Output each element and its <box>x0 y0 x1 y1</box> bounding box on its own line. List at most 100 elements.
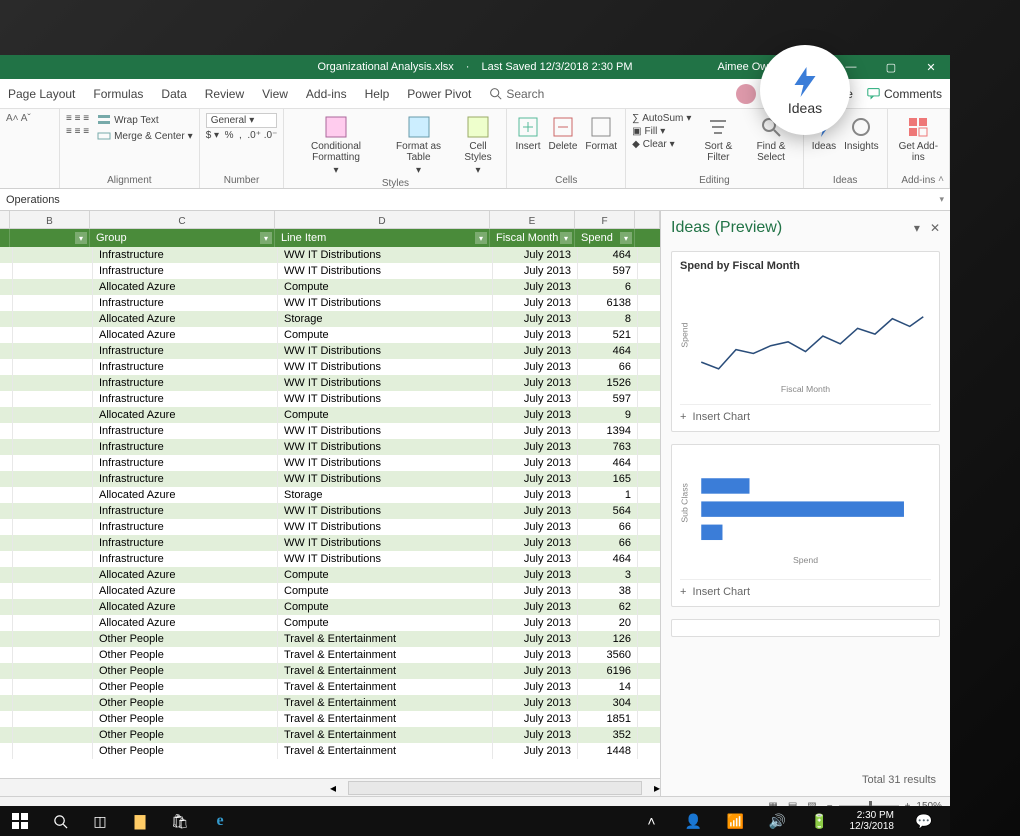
sort-filter-button[interactable]: Sort & Filter <box>695 113 741 165</box>
cell-month[interactable]: July 2013 <box>493 487 578 503</box>
cell-line-item[interactable]: WW IT Distributions <box>278 551 493 567</box>
table-row[interactable]: Allocated AzureComputeJuly 201338 <box>0 583 660 599</box>
table-row[interactable]: InfrastructureWW IT DistributionsJuly 20… <box>0 535 660 551</box>
start-button[interactable] <box>0 806 40 836</box>
insights-button[interactable]: Insights <box>842 113 880 154</box>
cell-group[interactable]: Other People <box>93 743 278 759</box>
format-cells-button[interactable]: Format <box>583 113 619 154</box>
cell-month[interactable]: July 2013 <box>493 679 578 695</box>
volume-icon[interactable]: 🔊 <box>758 806 798 836</box>
cell-spend[interactable]: 165 <box>578 471 638 487</box>
cell-month[interactable]: July 2013 <box>493 711 578 727</box>
task-view-icon[interactable]: ◫ <box>80 806 120 836</box>
cell-group[interactable]: Allocated Azure <box>93 599 278 615</box>
cell-spend[interactable]: 464 <box>578 343 638 359</box>
table-row[interactable]: InfrastructureWW IT DistributionsJuly 20… <box>0 295 660 311</box>
merge-center-button[interactable]: Merge & Center ▾ <box>97 129 193 143</box>
cell-group[interactable]: Allocated Azure <box>93 567 278 583</box>
cell-spend[interactable]: 62 <box>578 599 638 615</box>
cell-spend[interactable]: 126 <box>578 631 638 647</box>
insert-chart-button[interactable]: + Insert Chart <box>680 404 931 423</box>
table-row[interactable]: Other PeopleTravel & EntertainmentJuly 2… <box>0 663 660 679</box>
cell-group[interactable]: Other People <box>93 695 278 711</box>
cell-line-item[interactable]: Travel & Entertainment <box>278 711 493 727</box>
search-input[interactable]: Search <box>489 87 544 101</box>
cell-month[interactable]: July 2013 <box>493 263 578 279</box>
clear-button[interactable]: ◆ Clear ▾ <box>632 139 691 150</box>
table-row[interactable]: Allocated AzureComputeJuly 20136 <box>0 279 660 295</box>
cell-spend[interactable]: 3560 <box>578 647 638 663</box>
table-row[interactable]: InfrastructureWW IT DistributionsJuly 20… <box>0 471 660 487</box>
format-as-table-button[interactable]: Format as Table▾ <box>386 113 452 178</box>
table-row[interactable]: InfrastructureWW IT DistributionsJuly 20… <box>0 359 660 375</box>
store-icon[interactable]: 🛍 <box>160 806 200 836</box>
cell-line-item[interactable]: WW IT Distributions <box>278 359 493 375</box>
table-row[interactable]: Other PeopleTravel & EntertainmentJuly 2… <box>0 743 660 759</box>
cell-spend[interactable]: 6196 <box>578 663 638 679</box>
cell-line-item[interactable]: Travel & Entertainment <box>278 727 493 743</box>
cell-group[interactable]: Infrastructure <box>93 519 278 535</box>
cell-line-item[interactable]: Travel & Entertainment <box>278 631 493 647</box>
cell-line-item[interactable]: Travel & Entertainment <box>278 743 493 759</box>
menu-view[interactable]: View <box>262 87 288 101</box>
cell-spend[interactable]: 6138 <box>578 295 638 311</box>
cell-group[interactable]: Other People <box>93 631 278 647</box>
filter-dropdown-icon[interactable]: ▾ <box>75 232 87 244</box>
table-row[interactable]: InfrastructureWW IT DistributionsJuly 20… <box>0 343 660 359</box>
cell-spend[interactable]: 14 <box>578 679 638 695</box>
cell-spend[interactable]: 763 <box>578 439 638 455</box>
cell-month[interactable]: July 2013 <box>493 727 578 743</box>
cell-spend[interactable]: 20 <box>578 615 638 631</box>
cell-spend[interactable]: 66 <box>578 359 638 375</box>
horizontal-scrollbar[interactable]: ◂ ▸ <box>0 778 660 796</box>
cell-month[interactable]: July 2013 <box>493 631 578 647</box>
table-row[interactable]: Allocated AzureComputeJuly 20133 <box>0 567 660 583</box>
cell-spend[interactable]: 9 <box>578 407 638 423</box>
maximize-icon[interactable]: ▢ <box>876 55 906 79</box>
pane-minimize-icon[interactable]: ▾ <box>914 221 920 235</box>
cell-line-item[interactable]: WW IT Distributions <box>278 535 493 551</box>
col-header[interactable]: D <box>275 211 490 229</box>
cell-month[interactable]: July 2013 <box>493 647 578 663</box>
cell-spend[interactable]: 352 <box>578 727 638 743</box>
cell-group[interactable]: Infrastructure <box>93 471 278 487</box>
cell-group[interactable]: Allocated Azure <box>93 583 278 599</box>
filter-dropdown-icon[interactable]: ▾ <box>260 232 272 244</box>
table-row[interactable]: InfrastructureWW IT DistributionsJuly 20… <box>0 519 660 535</box>
cell-spend[interactable]: 66 <box>578 519 638 535</box>
cell-line-item[interactable]: Compute <box>278 599 493 615</box>
table-row[interactable]: InfrastructureWW IT DistributionsJuly 20… <box>0 551 660 567</box>
pane-close-icon[interactable]: ✕ <box>930 221 940 235</box>
table-row[interactable]: InfrastructureWW IT DistributionsJuly 20… <box>0 455 660 471</box>
conditional-formatting-button[interactable]: Conditional Formatting▾ <box>290 113 381 178</box>
avatar[interactable] <box>736 84 756 104</box>
col-header[interactable]: C <box>90 211 275 229</box>
cell-group[interactable]: Infrastructure <box>93 391 278 407</box>
cell-group[interactable]: Allocated Azure <box>93 487 278 503</box>
cell-line-item[interactable]: WW IT Distributions <box>278 375 493 391</box>
cell-spend[interactable]: 3 <box>578 567 638 583</box>
table-row[interactable]: Other PeopleTravel & EntertainmentJuly 2… <box>0 679 660 695</box>
menu-addins[interactable]: Add-ins <box>306 87 347 101</box>
col-header[interactable]: E <box>490 211 575 229</box>
cell-spend[interactable]: 1851 <box>578 711 638 727</box>
cell-line-item[interactable]: Compute <box>278 407 493 423</box>
cell-spend[interactable]: 597 <box>578 263 638 279</box>
search-icon[interactable] <box>40 806 80 836</box>
cell-month[interactable]: July 2013 <box>493 503 578 519</box>
table-row[interactable]: Allocated AzureComputeJuly 201362 <box>0 599 660 615</box>
cell-line-item[interactable]: WW IT Distributions <box>278 295 493 311</box>
cell-spend[interactable]: 521 <box>578 327 638 343</box>
filter-dropdown-icon[interactable]: ▾ <box>475 232 487 244</box>
cell-group[interactable]: Infrastructure <box>93 551 278 567</box>
col-header[interactable]: F <box>575 211 635 229</box>
cell-line-item[interactable]: WW IT Distributions <box>278 247 493 263</box>
table-row[interactable]: Allocated AzureComputeJuly 2013521 <box>0 327 660 343</box>
cell-line-item[interactable]: WW IT Distributions <box>278 343 493 359</box>
cell-line-item[interactable]: WW IT Distributions <box>278 439 493 455</box>
cell-spend[interactable]: 8 <box>578 311 638 327</box>
cell-spend[interactable]: 38 <box>578 583 638 599</box>
insert-chart-button[interactable]: + Insert Chart <box>680 579 931 598</box>
cell-spend[interactable]: 464 <box>578 455 638 471</box>
cell-spend[interactable]: 1448 <box>578 743 638 759</box>
